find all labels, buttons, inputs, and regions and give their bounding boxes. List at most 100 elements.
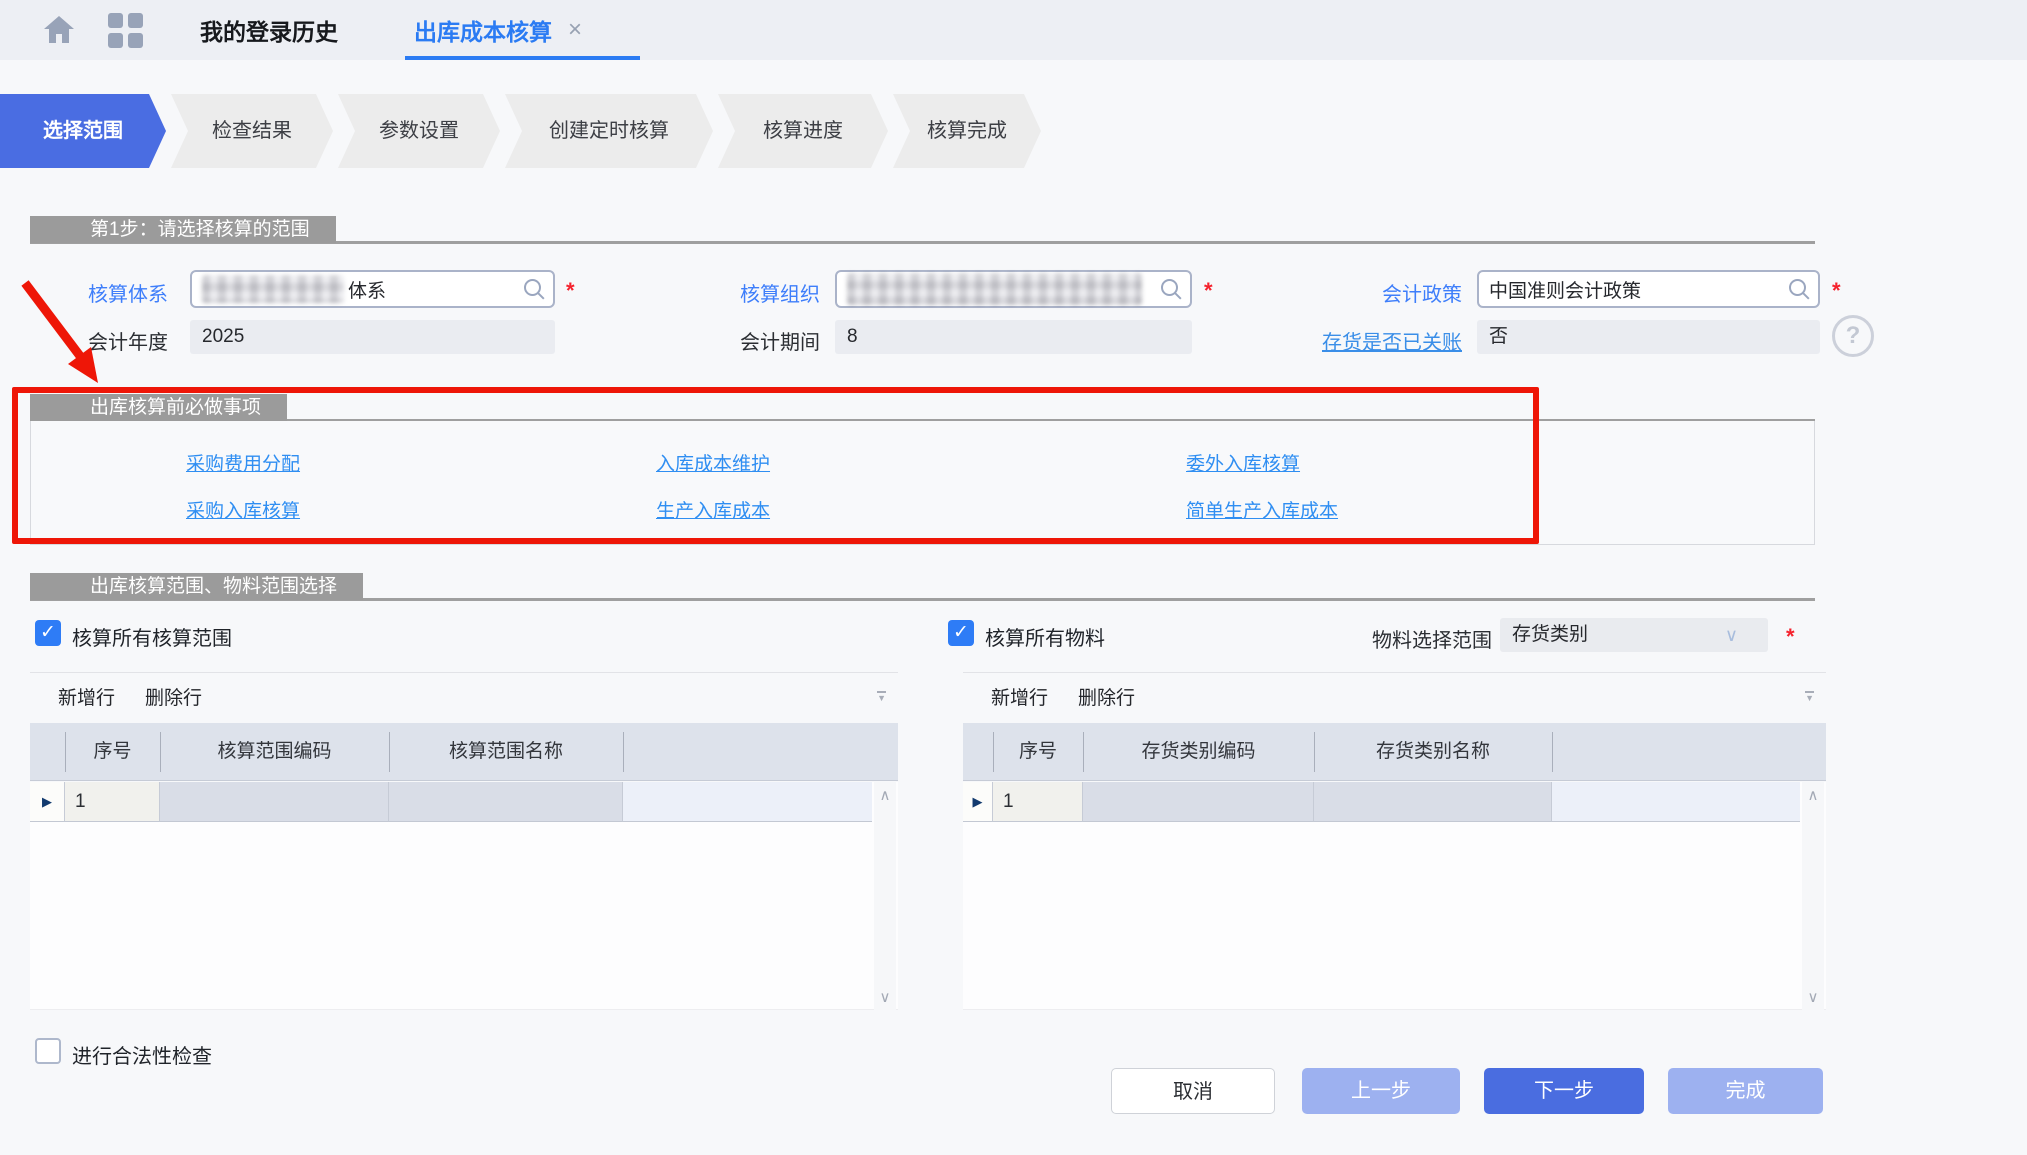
finish-button[interactable]: 完成	[1668, 1068, 1823, 1114]
material-category-grid-panel: 新增行 删除行 ▼ 序号 存货类别编码 存货类别名称 ▶ 1 ∧ ∨	[963, 672, 1826, 1010]
check-icon: ✓	[40, 622, 56, 643]
todo-links-box: 采购费用分配 入库成本维护 委外入库核算 采购入库核算 生产入库成本 简单生产入…	[30, 421, 1815, 545]
tab-label: 我的登录历史	[200, 13, 338, 47]
accounting-system-input[interactable]: 体系	[190, 270, 555, 308]
toolbar-collapse-icon[interactable]: ▼	[877, 691, 886, 703]
wizard-steps: 选择范围 检查结果 参数设置 创建定时核算 核算进度 核算完成	[0, 94, 1041, 168]
link-production-inbound-cost[interactable]: 生产入库成本	[656, 496, 770, 523]
checkbox-all-materials[interactable]: ✓	[948, 620, 974, 646]
help-icon[interactable]: ?	[1832, 315, 1874, 357]
wizard-step-parameter-setting[interactable]: 参数设置	[338, 94, 500, 168]
material-range-value: 存货类别	[1512, 624, 1588, 645]
checkbox-legality-check[interactable]	[35, 1038, 61, 1064]
link-purchase-fee-allocation[interactable]: 采购费用分配	[186, 449, 300, 476]
accounting-policy-label: 会计政策	[1240, 278, 1462, 307]
scroll-up-icon[interactable]: ∧	[1802, 786, 1824, 804]
cell-range-name	[389, 782, 623, 822]
search-icon[interactable]	[524, 279, 541, 296]
link-outsourced-inbound-accounting[interactable]: 委外入库核算	[1186, 449, 1300, 476]
add-row-button[interactable]: 新增行	[58, 683, 115, 710]
check-icon: ✓	[953, 622, 969, 643]
wizard-step-create-scheduled[interactable]: 创建定时核算	[505, 94, 713, 168]
column-header-range-code: 核算范围编码	[160, 723, 389, 781]
required-asterisk: *	[566, 278, 575, 304]
home-icon[interactable]	[42, 13, 76, 47]
tab-outbound-cost-accounting[interactable]: 出库成本核算 ×	[414, 0, 582, 60]
tab-login-history[interactable]: 我的登录历史	[200, 0, 338, 60]
add-row-button[interactable]: 新增行	[991, 683, 1048, 710]
grid-body: ▶ 1 ∧ ∨	[30, 782, 898, 1010]
active-tab-underline	[405, 56, 640, 60]
scroll-up-icon[interactable]: ∧	[874, 786, 896, 804]
delete-row-button[interactable]: 删除行	[145, 683, 202, 710]
search-icon[interactable]	[1789, 279, 1806, 296]
link-inbound-cost-maintenance[interactable]: 入库成本维护	[656, 449, 770, 476]
required-asterisk: *	[1832, 278, 1841, 304]
cell-empty	[1552, 782, 1800, 822]
search-icon[interactable]	[1161, 279, 1178, 296]
scroll-down-icon[interactable]: ∨	[1802, 988, 1824, 1006]
todo-section-badge: 出库核算前必做事项	[30, 394, 287, 421]
previous-step-button[interactable]: 上一步	[1302, 1068, 1460, 1114]
wizard-step-check-result[interactable]: 检查结果	[171, 94, 333, 168]
cell-seq: 1	[65, 782, 160, 822]
toolbar-collapse-icon[interactable]: ▼	[1805, 691, 1814, 703]
cell-empty	[623, 782, 872, 822]
column-header-category-code: 存货类别编码	[1083, 723, 1314, 781]
fiscal-year-label: 会计年度	[30, 326, 168, 355]
cell-category-code	[1083, 782, 1314, 822]
fiscal-period-label: 会计期间	[640, 326, 820, 355]
cell-seq: 1	[993, 782, 1083, 822]
delete-row-button[interactable]: 删除行	[1078, 683, 1135, 710]
accounting-org-label: 核算组织	[640, 278, 820, 307]
checkbox-all-accounting-ranges-label: 核算所有核算范围	[72, 622, 232, 651]
grid-body: ▶ 1 ∧ ∨	[963, 782, 1826, 1010]
column-header-range-name: 核算范围名称	[389, 723, 623, 781]
grid-toolbar: 新增行 删除行 ▼	[30, 673, 898, 723]
close-icon[interactable]: ×	[568, 16, 582, 44]
required-asterisk: *	[1204, 278, 1213, 304]
grid-header: 序号 核算范围编码 核算范围名称	[30, 723, 898, 781]
wizard-step-progress[interactable]: 核算进度	[718, 94, 888, 168]
accounting-policy-value: 中国准则会计政策	[1489, 276, 1641, 303]
column-header-seq: 序号	[993, 723, 1083, 781]
cancel-button[interactable]: 取消	[1111, 1068, 1275, 1114]
next-step-button[interactable]: 下一步	[1484, 1068, 1644, 1114]
step1-section-badge: 第1步：请选择核算的范围	[30, 216, 336, 243]
cell-range-code	[160, 782, 389, 822]
wizard-step-select-range[interactable]: 选择范围	[0, 94, 166, 168]
fiscal-year-field: 2025	[190, 320, 555, 354]
link-simple-production-inbound-cost[interactable]: 简单生产入库成本	[1186, 496, 1338, 523]
scroll-down-icon[interactable]: ∨	[874, 988, 896, 1006]
checkbox-legality-check-label: 进行合法性检查	[72, 1040, 212, 1069]
grid-toolbar: 新增行 删除行 ▼	[963, 673, 1826, 723]
range-section-badge: 出库核算范围、物料范围选择	[30, 573, 363, 600]
required-asterisk: *	[1786, 624, 1795, 650]
link-purchase-inbound-accounting[interactable]: 采购入库核算	[186, 496, 300, 523]
accounting-org-input[interactable]	[835, 270, 1192, 308]
material-range-dropdown[interactable]: 存货类别 ∨	[1500, 618, 1768, 652]
row-indicator-icon: ▶	[963, 782, 993, 822]
inventory-closed-link[interactable]: 存货是否已关账	[1240, 326, 1462, 355]
vertical-scrollbar[interactable]: ∧ ∨	[1802, 782, 1824, 1010]
vertical-scrollbar[interactable]: ∧ ∨	[874, 782, 896, 1010]
checkbox-all-accounting-ranges[interactable]: ✓	[35, 620, 61, 646]
column-header-category-name: 存货类别名称	[1314, 723, 1552, 781]
row-indicator-icon: ▶	[30, 782, 65, 822]
wizard-step-finished[interactable]: 核算完成	[893, 94, 1041, 168]
chevron-down-icon: ∨	[1725, 618, 1738, 652]
accounting-system-value: 体系	[348, 276, 386, 303]
column-header-seq: 序号	[65, 723, 160, 781]
apps-grid-icon[interactable]	[108, 13, 143, 48]
inventory-closed-field: 否	[1477, 320, 1820, 354]
cell-category-name	[1314, 782, 1552, 822]
checkbox-all-materials-label: 核算所有物料	[985, 622, 1105, 651]
grid-header: 序号 存货类别编码 存货类别名称	[963, 723, 1826, 781]
fiscal-period-field: 8	[835, 320, 1192, 354]
top-tab-bar: 我的登录历史 出库成本核算 ×	[0, 0, 2027, 60]
material-range-label: 物料选择范围	[1270, 624, 1492, 653]
accounting-system-label: 核算体系	[30, 278, 168, 307]
tab-label: 出库成本核算	[414, 13, 552, 47]
accounting-policy-input[interactable]: 中国准则会计政策	[1477, 270, 1820, 308]
redacted-value	[847, 273, 1142, 305]
